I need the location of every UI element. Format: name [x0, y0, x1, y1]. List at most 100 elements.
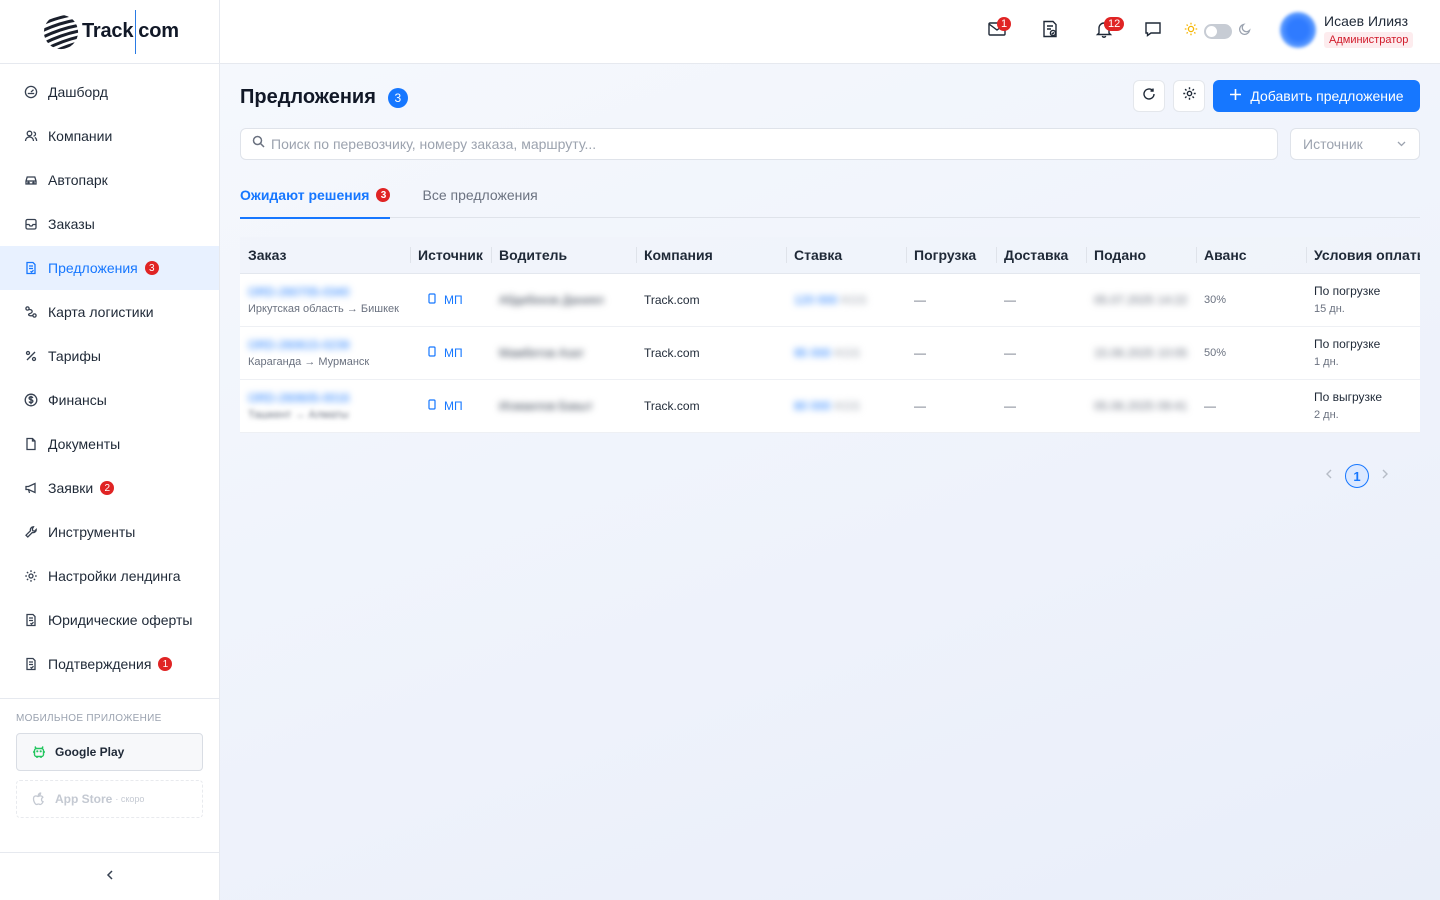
- prev-page-button[interactable]: [1323, 467, 1335, 485]
- source-cell: МП: [410, 326, 491, 380]
- sun-icon: [1184, 22, 1198, 41]
- order-route: Ташкент → Алматы: [248, 408, 349, 421]
- rate-cell: 120 000 KGS: [786, 273, 906, 327]
- sidebar-item-tools[interactable]: Инструменты: [0, 510, 219, 554]
- google-play-button[interactable]: Google Play: [16, 733, 203, 771]
- user-menu[interactable]: Исаев Илияз Администратор: [1280, 12, 1414, 48]
- column-header-driver[interactable]: Водитель: [491, 237, 636, 274]
- app-store-soon-label: · скоро: [115, 794, 145, 804]
- sidebar-item-fleet[interactable]: Автопарк: [0, 158, 219, 202]
- driver-cell: Исмаилов Бакыт: [491, 379, 636, 433]
- sidebar-item-finance[interactable]: Финансы: [0, 378, 219, 422]
- sidebar-item-tariffs[interactable]: Тарифы: [0, 334, 219, 378]
- pending-count-badge: 3: [376, 188, 391, 202]
- notifications-count-badge: 12: [1104, 17, 1125, 31]
- source-cell: МП: [410, 273, 491, 327]
- loading-cell: —: [906, 326, 996, 380]
- sidebar-item-confirmations[interactable]: Подтверждения 1: [0, 642, 219, 686]
- sidebar-item-dashboard[interactable]: Дашборд: [0, 70, 219, 114]
- apple-icon: [31, 791, 47, 807]
- gear-icon: [1182, 86, 1197, 106]
- sidebar-item-label: Подтверждения: [48, 656, 152, 672]
- column-header-company[interactable]: Компания: [636, 237, 786, 274]
- mail-count-badge: 1: [997, 17, 1012, 31]
- tab-pending[interactable]: Ожидают решения 3: [240, 172, 391, 219]
- car-icon: [24, 173, 38, 187]
- users-icon: [24, 129, 38, 143]
- submitted-date: 05.06.2025 09:41: [1094, 398, 1188, 413]
- percent-icon: [24, 349, 38, 363]
- brand-divider: [135, 9, 137, 54]
- sidebar-item-requests[interactable]: Заявки 2: [0, 466, 219, 510]
- table-row[interactable]: ORD-260705-0340 Иркутская область → Бишк…: [240, 273, 1420, 327]
- theme-toggle[interactable]: [1204, 24, 1232, 39]
- column-header-source[interactable]: Источник: [410, 237, 491, 274]
- column-header-order[interactable]: Заказ: [240, 237, 410, 274]
- advance-cell: 30%: [1196, 273, 1306, 327]
- logo[interactable]: Track com: [0, 0, 219, 64]
- table-row[interactable]: ORD-260605-0016 Ташкент → Алматы МП Исма…: [240, 379, 1420, 433]
- settings-button[interactable]: [1173, 80, 1205, 112]
- app-store-button: App Store · скоро: [16, 780, 203, 818]
- sidebar-item-documents[interactable]: Документы: [0, 422, 219, 466]
- sidebar-item-orders[interactable]: Заказы: [0, 202, 219, 246]
- sidebar-item-label: Карта логистики: [48, 304, 154, 320]
- loading-cell: —: [906, 273, 996, 327]
- column-header-payment-terms[interactable]: Условия оплаты: [1306, 237, 1420, 274]
- collapse-sidebar-button[interactable]: [0, 852, 219, 900]
- rate-amount: 80 000: [794, 398, 831, 413]
- add-offer-button[interactable]: Добавить предложение: [1213, 80, 1420, 112]
- mobile-app-section: МОБИЛЬНОЕ ПРИЛОЖЕНИЕ Google Play App Sto…: [0, 698, 219, 827]
- inbox-icon: [24, 217, 38, 231]
- clipboard-check-icon: [1040, 19, 1060, 44]
- page-number-current[interactable]: 1: [1345, 464, 1369, 488]
- refresh-button[interactable]: [1133, 80, 1165, 112]
- sidebar-item-companies[interactable]: Компании: [0, 114, 219, 158]
- tasks-button[interactable]: [1039, 20, 1061, 42]
- sidebar-item-label: Финансы: [48, 392, 107, 408]
- search-box: [240, 128, 1278, 160]
- notifications-button[interactable]: 12: [1093, 17, 1125, 42]
- source-select[interactable]: Источник: [1290, 128, 1420, 160]
- payment-terms-days: 1 дн.: [1314, 356, 1339, 368]
- submitted-date: 15.06.2025 10:05: [1094, 345, 1188, 360]
- order-number-link[interactable]: ORD-260705-0340: [248, 285, 410, 299]
- mail-button[interactable]: 1: [986, 17, 1012, 42]
- column-header-delivery[interactable]: Доставка: [996, 237, 1086, 274]
- order-number-link[interactable]: ORD-260615-0239: [248, 338, 410, 352]
- delivery-cell: —: [996, 326, 1086, 380]
- driver-cell: Абдибеков Даниял: [491, 273, 636, 327]
- column-header-rate[interactable]: Ставка: [786, 237, 906, 274]
- column-header-loading[interactable]: Погрузка: [906, 237, 996, 274]
- sidebar-item-legal-offers[interactable]: Юридические оферты: [0, 598, 219, 642]
- sidebar-nav: Дашборд Компании Автопарк Заказы Предлож…: [0, 64, 219, 686]
- sidebar-item-landing-settings[interactable]: Настройки лендинга: [0, 554, 219, 598]
- driver-cell: Мамбетов Азат: [491, 326, 636, 380]
- advance-cell: 50%: [1196, 326, 1306, 380]
- file-check-icon: [24, 613, 38, 627]
- offers-count-badge: 3: [144, 261, 159, 275]
- payment-terms: По погрузке: [1314, 284, 1381, 298]
- mobile-phone-icon: [428, 292, 436, 307]
- sidebar-item-offers[interactable]: Предложения 3: [0, 246, 219, 290]
- tab-all-offers[interactable]: Все предложения: [422, 172, 537, 218]
- payment-terms-cell: По погрузке 1 дн.: [1306, 326, 1420, 380]
- megaphone-icon: [24, 481, 38, 495]
- company-cell: Track.com: [636, 273, 786, 327]
- order-number-link[interactable]: ORD-260605-0016: [248, 391, 410, 405]
- rate-amount: 120 000: [794, 292, 838, 307]
- next-page-button[interactable]: [1379, 467, 1391, 485]
- column-header-advance[interactable]: Аванс: [1196, 237, 1306, 274]
- advance-cell: —: [1196, 379, 1306, 433]
- page-title: Предложения 3: [240, 86, 408, 109]
- add-offer-label: Добавить предложение: [1250, 88, 1404, 104]
- rate-currency: KGS: [834, 345, 861, 360]
- sidebar-item-logistics-map[interactable]: Карта логистики: [0, 290, 219, 334]
- sidebar-item-label: Тарифы: [48, 348, 101, 364]
- search-input[interactable]: [271, 136, 1277, 152]
- rate-currency: KGS: [834, 398, 861, 413]
- column-header-submitted[interactable]: Подано: [1086, 237, 1196, 274]
- sidebar-item-label: Документы: [48, 436, 121, 452]
- table-row[interactable]: ORD-260615-0239 Караганда → Мурманск МП …: [240, 326, 1420, 380]
- chat-button[interactable]: [1142, 20, 1164, 42]
